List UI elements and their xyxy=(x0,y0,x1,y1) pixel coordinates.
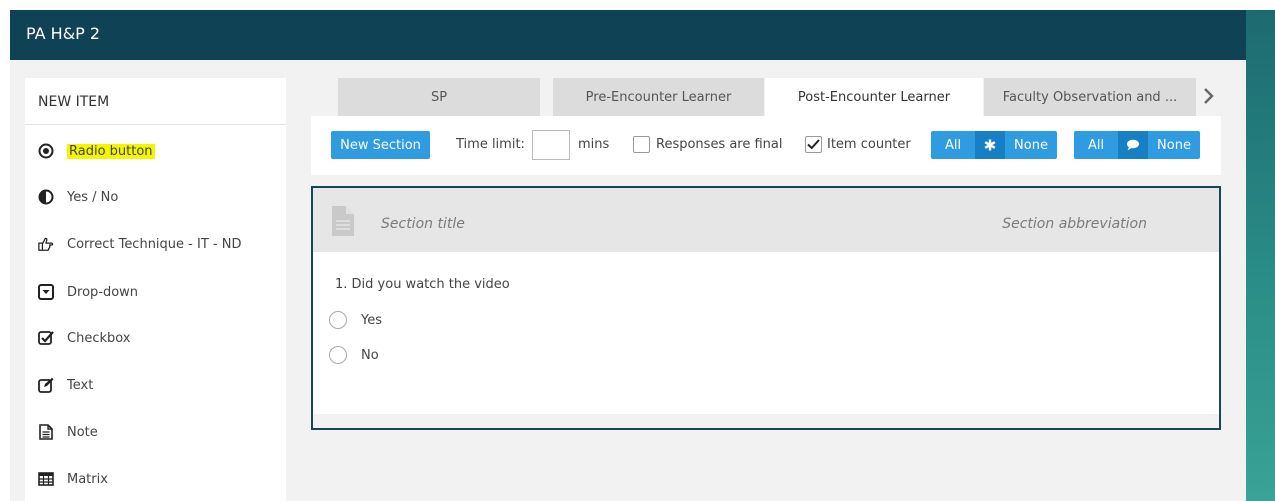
responses-final-label: Responses are final xyxy=(656,137,783,152)
section-title-field[interactable]: Section title xyxy=(381,216,465,232)
item-counter-label: Item counter xyxy=(827,137,911,152)
tab-post-encounter-learner[interactable]: Post-Encounter Learner xyxy=(765,78,983,116)
sidebar-item-radio-button[interactable]: Radio button xyxy=(38,140,155,162)
hand-point-icon xyxy=(38,236,54,252)
new-item-panel: NEW ITEM Radio button Yes / No Correct T… xyxy=(25,78,286,501)
radio-button-icon xyxy=(38,143,54,159)
sidebar-item-label: Correct Technique - IT - ND xyxy=(67,236,242,252)
sidebar-item-drop-down[interactable]: Drop-down xyxy=(38,281,138,303)
responses-final-checkbox[interactable] xyxy=(633,136,650,153)
item-counter-checkbox[interactable] xyxy=(805,136,822,153)
sidebar-item-label: Yes / No xyxy=(67,189,119,205)
sidebar-item-label: Note xyxy=(67,424,98,440)
tab-pre-encounter-learner[interactable]: Pre-Encounter Learner xyxy=(553,78,764,116)
radio-circle[interactable] xyxy=(329,311,347,329)
sidebar-item-correct-technique[interactable]: Correct Technique - IT - ND xyxy=(38,233,241,255)
checkbox-icon xyxy=(38,330,54,346)
required-toggle-group: All None xyxy=(931,131,1057,159)
asterisk-icon xyxy=(975,131,1005,159)
section-header: Section title Section abbreviation xyxy=(313,188,1219,252)
new-section-button[interactable]: New Section xyxy=(331,131,430,159)
note-icon xyxy=(38,424,54,440)
half-circle-icon xyxy=(38,189,54,205)
chevron-right-icon[interactable] xyxy=(1199,84,1219,108)
comment-all-button[interactable]: All xyxy=(1074,131,1118,159)
option-yes[interactable]: Yes xyxy=(329,311,382,329)
right-edge-strip xyxy=(1246,10,1275,501)
sidebar-item-yes-no[interactable]: Yes / No xyxy=(38,186,118,208)
new-item-header: NEW ITEM xyxy=(25,78,286,125)
section-footer xyxy=(313,414,1219,428)
section-card: Section title Section abbreviation 1. Di… xyxy=(311,186,1221,430)
table-icon xyxy=(38,471,54,487)
required-none-button[interactable]: None xyxy=(1005,131,1057,159)
time-limit-label: Time limit: xyxy=(456,137,525,152)
tab-faculty-observation[interactable]: Faculty Observation and ... xyxy=(984,78,1196,116)
question-text[interactable]: 1. Did you watch the video xyxy=(335,277,510,292)
sidebar-item-checkbox[interactable]: Checkbox xyxy=(38,327,131,349)
app-header: PA H&P 2 xyxy=(10,10,1246,60)
sidebar-item-label: Matrix xyxy=(67,471,108,487)
tab-sp[interactable]: SP xyxy=(338,78,540,116)
top-band xyxy=(0,0,1275,10)
sidebar-item-label: Checkbox xyxy=(67,330,131,346)
comment-none-button[interactable]: None xyxy=(1148,131,1200,159)
sidebar-item-note[interactable]: Note xyxy=(38,421,98,443)
required-all-button[interactable]: All xyxy=(931,131,975,159)
sidebar-item-label: Radio button xyxy=(67,143,155,159)
comment-icon xyxy=(1118,131,1148,159)
radio-circle[interactable] xyxy=(329,346,347,364)
app-title: PA H&P 2 xyxy=(26,24,101,43)
document-icon xyxy=(332,206,354,236)
sidebar-item-text[interactable]: Text xyxy=(38,374,93,396)
option-label: Yes xyxy=(361,312,382,328)
edit-icon xyxy=(38,377,54,393)
check-icon xyxy=(807,139,820,150)
section-abbreviation-field[interactable]: Section abbreviation xyxy=(1002,216,1147,232)
comment-toggle-group: All None xyxy=(1074,131,1200,159)
sidebar-item-label: Drop-down xyxy=(67,284,139,300)
option-label: No xyxy=(361,347,379,363)
sidebar-item-matrix[interactable]: Matrix xyxy=(38,468,108,490)
section-toolbar: New Section Time limit: mins Responses a… xyxy=(311,116,1221,175)
sidebar-item-label: Text xyxy=(67,377,94,393)
option-no[interactable]: No xyxy=(329,346,379,364)
time-limit-input[interactable] xyxy=(532,130,570,160)
dropdown-icon xyxy=(38,284,54,300)
mins-label: mins xyxy=(578,137,610,152)
